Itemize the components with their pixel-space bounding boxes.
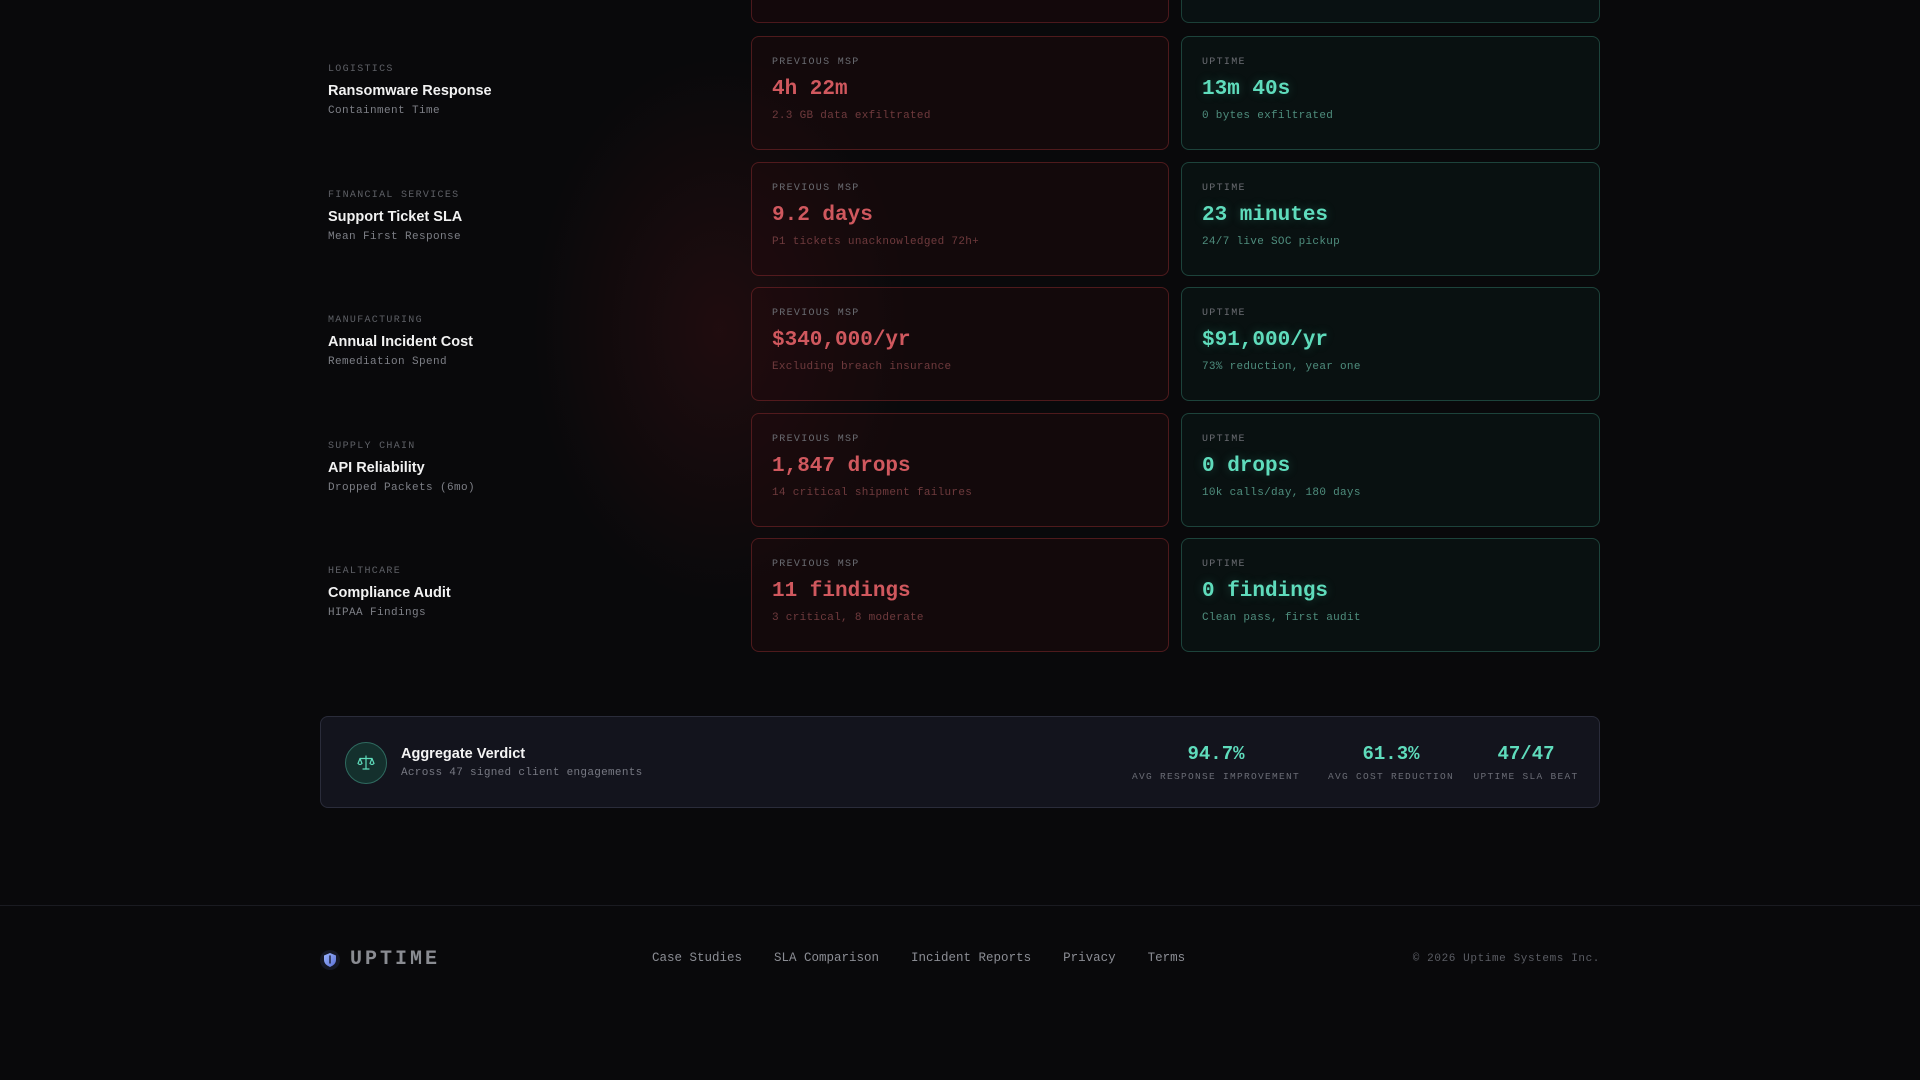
footer-divider <box>0 905 1920 906</box>
metric-subtitle: Dropped Packets (6mo) <box>328 482 476 494</box>
verdict-title: Aggregate Verdict <box>401 746 526 762</box>
uptime-card: UPTIME 0 drops 10k calls/day, 180 days <box>1181 413 1600 527</box>
previous-msp-card-partial <box>751 0 1169 23</box>
card-label: PREVIOUS MSP <box>772 308 860 319</box>
row-label: SUPPLY CHAIN API Reliability Dropped Pac… <box>328 441 475 494</box>
card-value: 0 findings <box>1202 580 1329 603</box>
footer-link-incident-reports[interactable]: Incident Reports <box>911 951 1031 965</box>
card-value: $91,000/yr <box>1202 329 1329 352</box>
copyright: © 2026 Uptime Systems Inc. <box>1412 953 1600 965</box>
card-label: PREVIOUS MSP <box>772 57 860 68</box>
industry-label: MANUFACTURING <box>328 315 423 326</box>
card-value: 1,847 drops <box>772 455 911 478</box>
card-label: PREVIOUS MSP <box>772 559 860 570</box>
footer-link-sla-comparison[interactable]: SLA Comparison <box>774 951 879 965</box>
card-value: $340,000/yr <box>772 329 911 352</box>
brand-name: UPTIME <box>350 948 441 971</box>
stat-response-improvement: 94.7% AVG RESPONSE IMPROVEMENT <box>1128 743 1304 782</box>
stat-value: 47/47 <box>1497 743 1555 765</box>
card-label: UPTIME <box>1202 57 1246 68</box>
comparison-row-financial-services: FINANCIAL SERVICES Support Ticket SLA Me… <box>0 162 1920 276</box>
stat-value: 61.3% <box>1362 743 1420 765</box>
previous-msp-card: PREVIOUS MSP $340,000/yr Excluding breac… <box>751 287 1169 401</box>
scale-icon <box>345 742 387 784</box>
card-note: P1 tickets unacknowledged 72h+ <box>772 236 980 248</box>
comparison-row-healthcare: HEALTHCARE Compliance Audit HIPAA Findin… <box>0 538 1920 652</box>
industry-label: FINANCIAL SERVICES <box>328 190 460 201</box>
metric-title: Support Ticket SLA <box>328 209 463 225</box>
industry-label: SUPPLY CHAIN <box>328 441 416 452</box>
uptime-card: UPTIME 13m 40s 0 bytes exfiltrated <box>1181 36 1600 150</box>
footer-nav: Case Studies SLA Comparison Incident Rep… <box>652 951 1217 965</box>
card-note: 2.3 GB data exfiltrated <box>772 110 931 122</box>
metric-subtitle: Remediation Spend <box>328 356 448 368</box>
footer-link-terms[interactable]: Terms <box>1148 951 1186 965</box>
card-value: 9.2 days <box>772 204 873 227</box>
stat-sla-beat: 47/47 UPTIME SLA BEAT <box>1471 743 1581 782</box>
stat-cost-reduction: 61.3% AVG COST REDUCTION <box>1321 743 1461 782</box>
metric-title: Annual Incident Cost <box>328 334 473 350</box>
card-label: UPTIME <box>1202 559 1246 570</box>
card-note: 10k calls/day, 180 days <box>1202 487 1361 499</box>
row-label: HEALTHCARE Compliance Audit HIPAA Findin… <box>328 566 451 619</box>
metric-title: API Reliability <box>328 460 425 476</box>
stat-label: UPTIME SLA BEAT <box>1473 771 1579 782</box>
footer-brand[interactable]: UPTIME <box>320 948 440 971</box>
card-label: PREVIOUS MSP <box>772 183 860 194</box>
metric-subtitle: HIPAA Findings <box>328 607 427 619</box>
comparison-row-manufacturing: MANUFACTURING Annual Incident Cost Remed… <box>0 287 1920 401</box>
card-value: 13m 40s <box>1202 78 1291 101</box>
card-label: UPTIME <box>1202 308 1246 319</box>
card-note: 73% reduction, year one <box>1202 361 1361 373</box>
uptime-card: UPTIME $91,000/yr 73% reduction, year on… <box>1181 287 1600 401</box>
card-note: 3 critical, 8 moderate <box>772 612 924 624</box>
metric-subtitle: Containment Time <box>328 105 441 117</box>
row-label: FINANCIAL SERVICES Support Ticket SLA Me… <box>328 190 462 243</box>
stat-label: AVG RESPONSE IMPROVEMENT <box>1131 771 1301 782</box>
row-label: LOGISTICS Ransomware Response Containmen… <box>328 64 492 117</box>
card-label: PREVIOUS MSP <box>772 434 860 445</box>
card-value: 0 drops <box>1202 455 1291 478</box>
previous-msp-card: PREVIOUS MSP 9.2 days P1 tickets unackno… <box>751 162 1169 276</box>
card-note: Clean pass, first audit <box>1202 612 1361 624</box>
stat-label: AVG COST REDUCTION <box>1327 771 1455 782</box>
metric-subtitle: Mean First Response <box>328 231 462 243</box>
card-value: 23 minutes <box>1202 204 1329 227</box>
comparison-row-supply-chain: SUPPLY CHAIN API Reliability Dropped Pac… <box>0 413 1920 527</box>
card-value: 11 findings <box>772 580 911 603</box>
row-label: MANUFACTURING Annual Incident Cost Remed… <box>328 315 473 368</box>
stat-value: 94.7% <box>1187 743 1245 765</box>
uptime-card: UPTIME 0 findings Clean pass, first audi… <box>1181 538 1600 652</box>
metric-title: Compliance Audit <box>328 585 451 601</box>
card-value: 4h 22m <box>772 78 848 101</box>
footer-link-privacy[interactable]: Privacy <box>1063 951 1116 965</box>
industry-label: LOGISTICS <box>328 64 394 75</box>
industry-label: HEALTHCARE <box>328 566 402 577</box>
previous-msp-card: PREVIOUS MSP 4h 22m 2.3 GB data exfiltra… <box>751 36 1169 150</box>
card-note: 0 bytes exfiltrated <box>1202 110 1334 122</box>
aggregate-verdict-panel: Aggregate Verdict Across 47 signed clien… <box>320 716 1600 808</box>
metric-title: Ransomware Response <box>328 83 492 99</box>
previous-msp-card: PREVIOUS MSP 1,847 drops 14 critical shi… <box>751 413 1169 527</box>
footer-link-case-studies[interactable]: Case Studies <box>652 951 742 965</box>
card-note: Excluding breach insurance <box>772 361 952 373</box>
card-note: 24/7 live SOC pickup <box>1202 236 1341 248</box>
page: LOGISTICS Ransomware Response Containmen… <box>0 0 1920 1080</box>
comparison-row-logistics: LOGISTICS Ransomware Response Containmen… <box>0 36 1920 150</box>
shield-icon <box>320 949 340 970</box>
previous-msp-card: PREVIOUS MSP 11 findings 3 critical, 8 m… <box>751 538 1169 652</box>
card-label: UPTIME <box>1202 434 1246 445</box>
uptime-card: UPTIME 23 minutes 24/7 live SOC pickup <box>1181 162 1600 276</box>
card-label: UPTIME <box>1202 183 1246 194</box>
card-note: 14 critical shipment failures <box>772 487 973 499</box>
verdict-subtitle: Across 47 signed client engagements <box>401 767 643 779</box>
uptime-card-partial <box>1181 0 1600 23</box>
